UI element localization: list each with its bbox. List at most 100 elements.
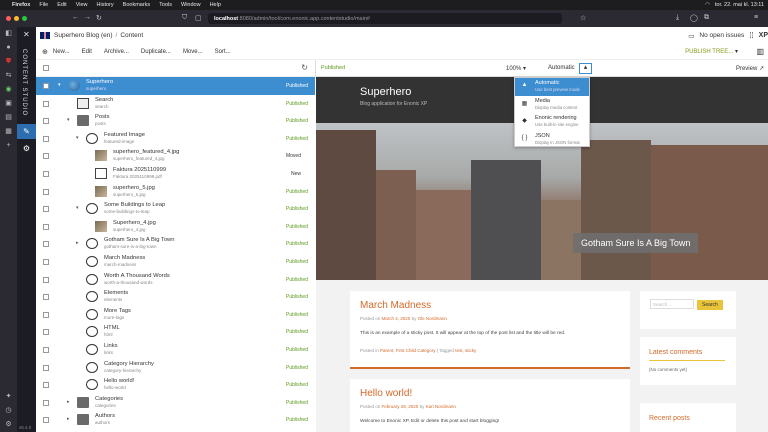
tree-row[interactable]: Links links Published xyxy=(36,341,315,359)
collapse-arrow-icon[interactable]: ▾ xyxy=(58,82,61,88)
row-checkbox[interactable] xyxy=(43,417,49,424)
shield-icon[interactable]: ⛉ xyxy=(182,14,187,22)
row-checkbox[interactable] xyxy=(43,83,49,89)
reload-icon[interactable]: ↻ xyxy=(96,14,102,22)
row-checkbox[interactable] xyxy=(43,118,49,125)
row-checkbox[interactable] xyxy=(43,135,49,142)
mode-dropdown-button[interactable]: ▴ xyxy=(579,63,592,74)
post-tags[interactable]: test, sticky xyxy=(455,348,476,353)
tree-row[interactable]: Hello world! hello-world Published xyxy=(36,376,315,394)
row-checkbox[interactable] xyxy=(43,100,49,107)
close-icon[interactable]: ✕ xyxy=(23,30,30,39)
tree-row[interactable]: ▸ Authors authors Published xyxy=(36,411,315,429)
site-search-button[interactable]: Search xyxy=(697,300,723,310)
zoom-window-button[interactable] xyxy=(22,16,27,21)
collapse-arrow-icon[interactable]: ▾ xyxy=(76,205,79,211)
mode-option-media[interactable]: ▦ Media Display media content xyxy=(515,96,589,114)
tree-row[interactable]: HTML html Published xyxy=(36,323,315,341)
pocket-icon[interactable]: ▣ xyxy=(0,97,17,111)
gear-icon[interactable]: ⚙ xyxy=(17,144,36,153)
settings-icon[interactable]: ⚙ xyxy=(0,418,17,432)
tree-row[interactable]: March Madness march-madness Published xyxy=(36,253,315,271)
tree-row[interactable]: ▸ Gotham Sure Is A Big Town gotham-sure-is… xyxy=(36,235,315,253)
row-checkbox[interactable] xyxy=(43,206,49,213)
mode-select[interactable]: Automatic xyxy=(548,65,575,71)
row-checkbox[interactable] xyxy=(43,223,49,230)
sort-button[interactable]: Sort... xyxy=(215,49,231,55)
edit-pencil-icon[interactable]: ✎ xyxy=(17,124,36,139)
new-button[interactable]: New... xyxy=(53,49,70,55)
preview-button[interactable]: Preview ↗ xyxy=(736,65,764,72)
collapse-arrow-icon[interactable]: ▾ xyxy=(67,117,70,123)
os-menu-item[interactable]: History xyxy=(97,2,114,8)
edit-button[interactable]: Edit xyxy=(82,49,92,55)
sync-icon[interactable]: ◉ xyxy=(0,83,17,97)
back-icon[interactable]: ← xyxy=(72,14,79,21)
issues-status[interactable]: No open issues xyxy=(699,32,744,39)
tree-row[interactable]: ▾ Some Buildings to Leap some-buildings-to… xyxy=(36,200,315,218)
duplicate-button[interactable]: Duplicate... xyxy=(141,49,171,55)
post-categories[interactable]: Parent, First Child Category xyxy=(380,348,436,353)
wifi-icon[interactable]: ◠ xyxy=(705,2,710,8)
tree-row[interactable]: ▾ Featured Image featured-image Published xyxy=(36,130,315,148)
os-menu-item[interactable]: Help xyxy=(210,2,221,8)
caret-down-icon[interactable]: ▾ xyxy=(735,49,738,55)
row-checkbox[interactable] xyxy=(43,311,49,318)
archive-button[interactable]: Archive... xyxy=(104,49,129,55)
github-icon[interactable]: ● xyxy=(0,41,17,55)
site-search-input[interactable]: Search ... xyxy=(650,299,694,309)
row-checkbox[interactable] xyxy=(43,188,49,195)
post-author[interactable]: Ole Nordmann xyxy=(418,316,447,321)
expand-arrow-icon[interactable]: ▸ xyxy=(67,416,70,422)
clock-icon[interactable]: ◷ xyxy=(0,404,17,418)
move-button[interactable]: Move... xyxy=(183,49,203,55)
bookmark-star-icon[interactable]: ☆ xyxy=(580,14,586,22)
post-title[interactable]: March Madness xyxy=(360,300,620,311)
tree-row[interactable]: Category Hierarchy category-hierarchy Publ… xyxy=(36,359,315,377)
tree-row[interactable]: Faktura 2025110999 Faktura 2025110999.pdf… xyxy=(36,165,315,183)
os-menu-item[interactable]: Edit xyxy=(57,2,66,8)
apps-grid-icon[interactable]: ⁞⁞ xyxy=(749,31,753,40)
expand-arrow-icon[interactable]: ▸ xyxy=(67,399,70,405)
issues-icon[interactable]: ▭ xyxy=(688,32,694,40)
tree-row[interactable]: ▾ Superhero superhero Published xyxy=(36,77,315,95)
extension-icon[interactable]: ⇆ xyxy=(0,69,17,83)
collapse-arrow-icon[interactable]: ▾ xyxy=(76,135,79,141)
tree-row[interactable]: Worth A Thousand Words worth-a-thousand-w… xyxy=(36,271,315,289)
os-app-name[interactable]: Firefox xyxy=(12,2,30,8)
tabs-icon[interactable]: ▢ xyxy=(195,14,202,22)
row-checkbox[interactable] xyxy=(43,364,49,371)
row-checkbox[interactable] xyxy=(43,170,49,177)
row-checkbox[interactable] xyxy=(43,153,49,160)
mode-option-enonic-rendering[interactable]: ◆ Enonic rendering Use built-in site engin… xyxy=(515,113,589,131)
tree-row[interactable]: ▸ Categories categories Published xyxy=(36,394,315,412)
os-menu-item[interactable]: Tools xyxy=(159,2,172,8)
expand-arrow-icon[interactable]: ▸ xyxy=(76,240,79,246)
add-sidebar-icon[interactable]: + xyxy=(0,139,17,153)
select-all-checkbox[interactable] xyxy=(43,65,49,71)
firefox-view-icon[interactable]: ◧ xyxy=(0,27,17,41)
post-title[interactable]: Hello world! xyxy=(360,388,620,399)
row-checkbox[interactable] xyxy=(43,241,49,248)
tree-row[interactable]: Elements elements Published xyxy=(36,288,315,306)
row-checkbox[interactable] xyxy=(43,258,49,265)
account-icon[interactable]: ◯ xyxy=(690,14,698,22)
tree-row[interactable]: ▾ Posts posts Published xyxy=(36,112,315,130)
extensions-icon[interactable]: ⧉ xyxy=(704,14,709,22)
tree-row[interactable]: More Tags more-tags Published xyxy=(36,306,315,324)
row-checkbox[interactable] xyxy=(43,276,49,283)
ublock-icon[interactable]: ⛊ xyxy=(0,55,17,69)
row-checkbox[interactable] xyxy=(43,294,49,301)
toggle-preview-icon[interactable]: ▥ xyxy=(756,47,764,56)
row-checkbox[interactable] xyxy=(43,382,49,389)
tree-row[interactable]: superhero_5.jpg superhero_5.jpg Published xyxy=(36,183,315,201)
publish-tree-button[interactable]: PUBLISH TREE... ▾ xyxy=(685,48,738,55)
hero-caption[interactable]: Gotham Sure Is A Big Town xyxy=(573,233,699,253)
post-date[interactable]: March 4, 2020 xyxy=(382,316,411,321)
refresh-icon[interactable]: ↻ xyxy=(301,63,308,72)
zoom-select[interactable]: 100% ▾ xyxy=(506,65,526,72)
uk-flag-icon[interactable] xyxy=(40,32,50,39)
os-menu-item[interactable]: Bookmarks xyxy=(123,2,151,8)
mode-option-automatic[interactable]: ▲ Automatic Use best preview mode xyxy=(515,78,589,96)
minimize-window-button[interactable] xyxy=(14,16,19,21)
